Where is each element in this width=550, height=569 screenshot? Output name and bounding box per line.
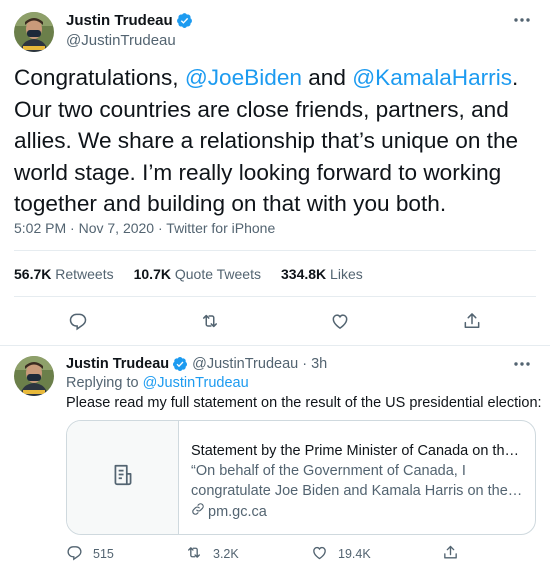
tweet-date[interactable]: Nov 7, 2020: [79, 220, 155, 236]
retweets-stat[interactable]: 56.7K Retweets: [14, 266, 114, 282]
reply-actions: 515 3.2K 19.4K: [66, 544, 526, 562]
author-handle[interactable]: @JustinTrudeau: [66, 32, 193, 49]
card-title: Statement by the Prime Minister of Canad…: [191, 443, 523, 459]
like-icon: [311, 544, 338, 564]
like-button[interactable]: 19.4K: [311, 544, 371, 564]
quote-tweets-stat[interactable]: 10.7K Quote Tweets: [134, 266, 261, 282]
main-tweet: Justin Trudeau @JustinTrudeau Congratula…: [0, 0, 550, 346]
likes-stat[interactable]: 334.8K Likes: [281, 266, 363, 282]
author-handle[interactable]: @JustinTrudeau: [192, 356, 298, 372]
tweet-age[interactable]: 3h: [311, 356, 327, 372]
quote-tweets-count: 10.7K: [133, 266, 171, 282]
likes-count: 334.8K: [281, 266, 327, 282]
tweet-meta: 5:02 PM · Nov 7, 2020 · Twitter for iPho…: [14, 220, 275, 236]
tweet-header: Justin Trudeau @JustinTrudeau: [66, 10, 193, 49]
reply-button[interactable]: 515: [66, 544, 114, 564]
like-icon[interactable]: [326, 307, 354, 335]
link-card[interactable]: Statement by the Prime Minister of Canad…: [66, 420, 536, 535]
mention-link[interactable]: @JoeBiden: [185, 65, 302, 90]
card-description: “On behalf of the Government of Canada, …: [191, 461, 523, 501]
card-domain-text: pm.gc.ca: [208, 504, 267, 520]
tweet-time[interactable]: 5:02 PM: [14, 220, 66, 236]
reply-count: 515: [93, 547, 114, 561]
divider: [14, 250, 536, 251]
reply-text: Please read my full statement on the res…: [66, 395, 542, 411]
more-options-icon[interactable]: [510, 8, 534, 32]
retweet-count: 3.2K: [213, 547, 239, 561]
card-description-line: “On behalf of the Government of Canada, …: [191, 463, 466, 479]
share-button[interactable]: [442, 544, 469, 564]
tweet-stats: 56.7K Retweets 10.7K Quote Tweets 334.8K…: [14, 266, 383, 282]
meta-separator: ·: [154, 220, 167, 236]
like-count: 19.4K: [338, 547, 371, 561]
share-icon[interactable]: [458, 307, 486, 335]
document-icon: [110, 462, 136, 493]
reply-icon: [66, 544, 93, 564]
reply-tweet[interactable]: Justin Trudeau @JustinTrudeau · 3h Reply…: [0, 346, 550, 569]
card-body: Statement by the Prime Minister of Canad…: [179, 421, 535, 534]
avatar[interactable]: [14, 356, 54, 396]
retweets-label: Retweets: [55, 266, 114, 282]
more-options-icon[interactable]: [510, 352, 534, 376]
tweet-text-segment: Congratulations,: [14, 65, 185, 90]
tweet-source[interactable]: Twitter for iPhone: [166, 220, 275, 236]
link-icon: [191, 502, 208, 522]
likes-label: Likes: [330, 266, 363, 282]
meta-separator: ·: [302, 356, 308, 372]
card-domain: pm.gc.ca: [191, 502, 523, 522]
verified-badge-icon: [172, 356, 188, 372]
retweet-icon: [185, 544, 213, 564]
meta-separator: ·: [66, 220, 79, 236]
avatar[interactable]: [14, 12, 54, 52]
tweet-actions: [0, 307, 550, 335]
retweet-icon[interactable]: [196, 307, 224, 335]
author-name[interactable]: Justin Trudeau: [66, 12, 173, 29]
quote-tweets-label: Quote Tweets: [174, 266, 261, 282]
verified-badge-icon: [176, 12, 193, 29]
reply-icon[interactable]: [64, 307, 92, 335]
retweets-count: 56.7K: [14, 266, 52, 282]
card-thumbnail: [67, 421, 179, 534]
divider: [14, 296, 536, 297]
share-icon: [442, 544, 469, 564]
replying-to-label: Replying to: [66, 375, 139, 391]
card-description-line: congratulate Joe Biden and Kamala Harris…: [191, 483, 523, 499]
tweet-text: Congratulations, @JoeBiden and @KamalaHa…: [14, 62, 536, 220]
replying-to-link[interactable]: @JustinTrudeau: [143, 375, 249, 391]
author-name[interactable]: Justin Trudeau: [66, 356, 169, 372]
mention-link[interactable]: @KamalaHarris: [352, 65, 512, 90]
retweet-button[interactable]: 3.2K: [185, 544, 239, 564]
replying-to: Replying to @JustinTrudeau: [66, 375, 249, 391]
tweet-text-segment: and: [301, 65, 353, 90]
reply-header: Justin Trudeau @JustinTrudeau · 3h: [66, 354, 327, 374]
